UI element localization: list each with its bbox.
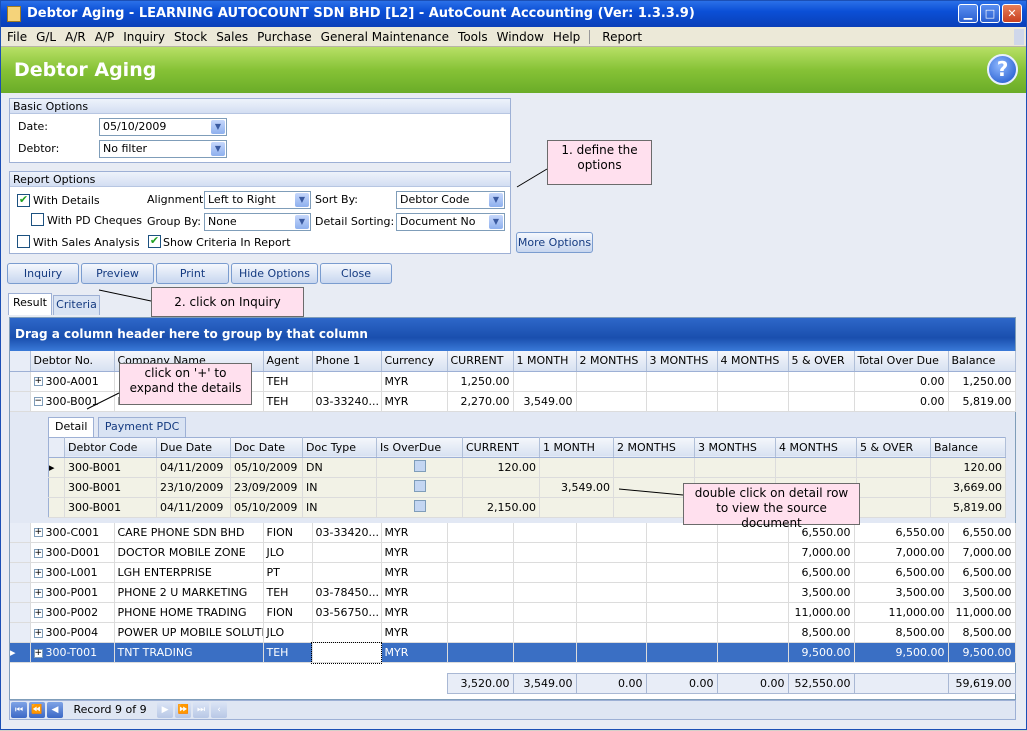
app-window: Debtor Aging - LEARNING AUTOCOUNT SDN BH… (0, 0, 1027, 730)
callout-pointers (86, 168, 684, 496)
